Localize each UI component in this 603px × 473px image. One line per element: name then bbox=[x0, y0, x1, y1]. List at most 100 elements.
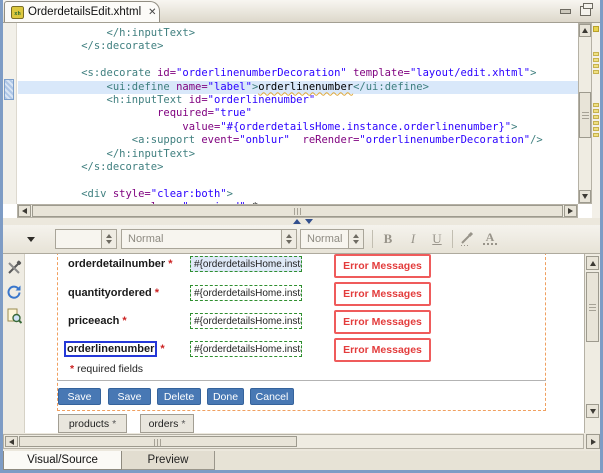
scroll-down-arrow[interactable] bbox=[579, 190, 591, 203]
mode-tab-preview[interactable]: Preview bbox=[122, 451, 215, 470]
canvas-vscroll-thumb[interactable] bbox=[586, 272, 599, 342]
canvas-horizontal-scrollbar[interactable] bbox=[3, 433, 600, 451]
scroll-up-arrow[interactable] bbox=[586, 256, 599, 270]
xhtml-file-icon: xh bbox=[11, 6, 24, 19]
save-button[interactable]: Save bbox=[108, 388, 151, 405]
code-line[interactable]: <s:decorate id="orderlinenumberDecoratio… bbox=[18, 67, 578, 80]
entity-tab-orders[interactable]: orders* bbox=[140, 414, 194, 433]
editor-tab-bar: xh OrderdetailsEdit.xhtml ✕ bbox=[3, 0, 600, 23]
svg-text:xh: xh bbox=[14, 10, 21, 16]
error-messages-placeholder[interactable]: Error Messages bbox=[334, 282, 431, 306]
code-line[interactable]: <div style="clear:both"> bbox=[18, 188, 578, 201]
splitter-down-arrow[interactable] bbox=[305, 219, 313, 224]
done-button[interactable]: Done bbox=[207, 388, 244, 405]
source-editor-pane: </h:inputText> </s:decorate> <s:decorate… bbox=[3, 23, 600, 218]
combo-spinner-icon[interactable] bbox=[348, 230, 363, 248]
scroll-left-arrow[interactable] bbox=[18, 205, 31, 217]
error-messages-placeholder[interactable]: Error Messages bbox=[334, 338, 431, 362]
page-design-options-icon[interactable] bbox=[6, 308, 22, 324]
required-star: * bbox=[168, 258, 172, 270]
required-star: * bbox=[155, 287, 159, 299]
source-code-area[interactable]: </h:inputText> </s:decorate> <s:decorate… bbox=[18, 23, 578, 204]
pane-splitter[interactable] bbox=[3, 218, 600, 225]
window-border-left bbox=[0, 0, 3, 473]
code-line[interactable]: </s:decorate> bbox=[18, 40, 578, 53]
code-line[interactable]: </s:decorate> bbox=[18, 161, 578, 174]
scroll-right-arrow[interactable] bbox=[564, 205, 577, 217]
code-line[interactable]: </h:inputText> bbox=[18, 27, 578, 40]
code-line[interactable]: <ui:define name="label">orderlinenumber<… bbox=[18, 81, 578, 94]
source-horizontal-scrollbar[interactable] bbox=[17, 204, 578, 218]
form-row: priceeach* bbox=[68, 313, 127, 329]
occurrence-marker bbox=[593, 103, 599, 107]
input-field-priceeach[interactable]: #{orderdetailsHome.instan bbox=[190, 313, 302, 329]
toolbar-menu-arrow-icon[interactable] bbox=[27, 237, 35, 242]
source-vertical-scrollbar[interactable] bbox=[578, 23, 592, 204]
field-label-quantityordered[interactable]: quantityordered bbox=[68, 287, 152, 299]
code-line[interactable] bbox=[18, 174, 578, 187]
source-hscroll-thumb[interactable] bbox=[32, 205, 563, 217]
code-line[interactable] bbox=[18, 54, 578, 67]
code-line[interactable]: value="#{orderdetailsHome.instance.order… bbox=[18, 121, 578, 134]
field-label-priceeach[interactable]: priceeach bbox=[68, 315, 119, 327]
mode-tab-visual-source[interactable]: Visual/Source bbox=[3, 451, 122, 470]
paragraph-format-combo[interactable]: Normal bbox=[121, 229, 297, 249]
required-star: * bbox=[160, 343, 164, 355]
style-class-combo[interactable] bbox=[55, 229, 117, 249]
splitter-up-arrow[interactable] bbox=[293, 219, 301, 224]
source-vscroll-thumb[interactable] bbox=[579, 92, 591, 138]
scroll-up-arrow[interactable] bbox=[579, 24, 591, 37]
required-fields-note: *required fields bbox=[70, 363, 143, 375]
refresh-icon[interactable] bbox=[6, 284, 22, 300]
field-label-orderlinenumber[interactable]: orderlinenumber bbox=[64, 341, 157, 357]
canvas-hscroll-track[interactable] bbox=[3, 434, 584, 449]
close-icon[interactable]: ✕ bbox=[148, 7, 156, 18]
error-messages-placeholder[interactable]: Error Messages bbox=[334, 254, 431, 278]
italic-button[interactable]: I bbox=[403, 229, 423, 249]
form-row: orderdetailnumber* bbox=[68, 256, 172, 272]
code-line[interactable]: <a:support event="onblur" reRender="orde… bbox=[18, 134, 578, 147]
input-field-quantityordered[interactable]: #{orderdetailsHome.instan bbox=[190, 285, 302, 301]
code-line[interactable]: <h:inputText id="orderlinenumber" bbox=[18, 94, 578, 107]
cancel-button[interactable]: Cancel bbox=[250, 388, 294, 405]
visual-editor-body: *required fields orderdetailnumber*#{ord… bbox=[3, 254, 600, 433]
visual-editor-toolbar: Normal Normal B I U A bbox=[3, 225, 600, 254]
combo-spinner-icon[interactable] bbox=[101, 230, 116, 248]
scroll-left-arrow[interactable] bbox=[5, 436, 18, 447]
error-messages-placeholder[interactable]: Error Messages bbox=[334, 310, 431, 334]
input-field-orderlinenumber[interactable]: #{orderdetailsHome.instan bbox=[190, 341, 302, 357]
editor-tab-title: OrderdetailsEdit.xhtml bbox=[28, 6, 141, 18]
input-field-orderdetailnumber[interactable]: #{orderdetailsHome.instan bbox=[190, 256, 302, 272]
delete-button[interactable]: Delete bbox=[157, 388, 201, 405]
vpe-canvas[interactable]: *required fields orderdetailnumber*#{ord… bbox=[25, 254, 584, 433]
code-line[interactable]: </h:inputText> bbox=[18, 148, 578, 161]
preferences-tools-icon[interactable] bbox=[6, 260, 22, 276]
code-line[interactable]: required="true" bbox=[18, 107, 578, 120]
highlight-pen-icon[interactable] bbox=[459, 231, 475, 247]
editor-tab[interactable]: xh OrderdetailsEdit.xhtml ✕ bbox=[4, 1, 160, 22]
occurrence-marker bbox=[593, 133, 599, 137]
form-row: orderlinenumber* bbox=[68, 341, 165, 357]
form-footer-divider bbox=[57, 380, 546, 381]
overview-ruler bbox=[592, 23, 600, 218]
font-combo[interactable]: Normal bbox=[300, 229, 364, 249]
field-label-orderdetailnumber[interactable]: orderdetailnumber bbox=[68, 258, 165, 270]
editor-gutter bbox=[3, 23, 17, 204]
save-button[interactable]: Save bbox=[58, 388, 101, 405]
scroll-down-arrow[interactable] bbox=[586, 404, 599, 418]
bold-button[interactable]: B bbox=[378, 229, 398, 249]
required-star: * bbox=[70, 363, 74, 375]
occurrence-marker bbox=[593, 52, 599, 56]
minimize-icon[interactable] bbox=[560, 9, 571, 14]
entity-tab-products[interactable]: products* bbox=[58, 414, 127, 433]
scroll-right-arrow[interactable] bbox=[586, 434, 600, 449]
toolbar-separator bbox=[452, 230, 453, 248]
underline-button[interactable]: U bbox=[427, 229, 447, 249]
maximize-icon[interactable] bbox=[580, 6, 591, 16]
canvas-vertical-scrollbar[interactable] bbox=[584, 254, 600, 433]
font-color-button[interactable]: A bbox=[483, 231, 497, 245]
combo-spinner-icon[interactable] bbox=[281, 230, 296, 248]
occurrence-marker bbox=[593, 64, 599, 68]
canvas-hscroll-thumb[interactable] bbox=[19, 436, 297, 447]
view-buttons bbox=[560, 6, 591, 16]
